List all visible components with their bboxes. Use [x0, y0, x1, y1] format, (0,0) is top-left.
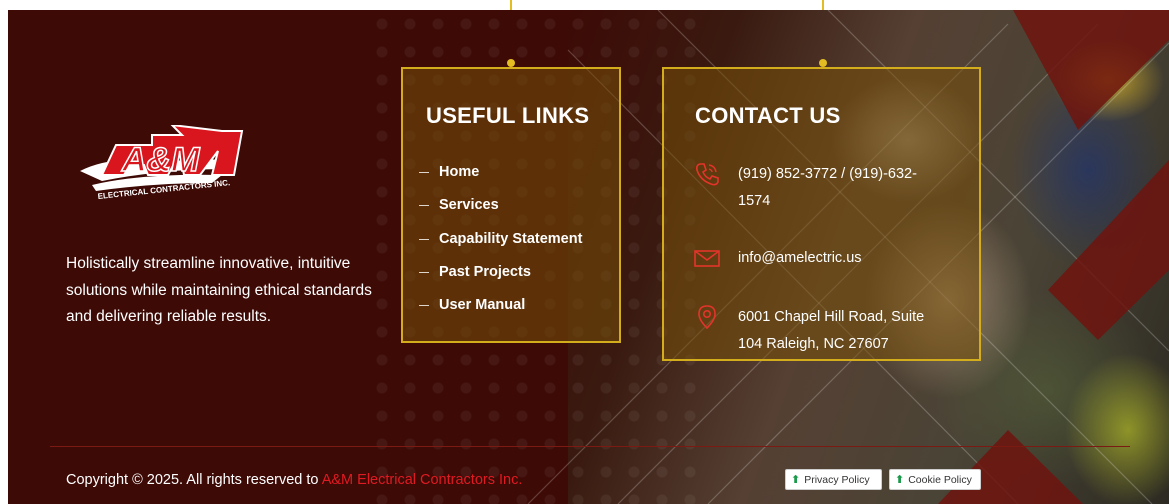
copyright-brand-link[interactable]: A&M Electrical Contractors Inc. — [322, 472, 523, 488]
useful-links-list: Home Services Capability Statement Past … — [419, 164, 582, 330]
footer-divider — [50, 446, 1130, 447]
footer-link-home[interactable]: Home — [419, 164, 582, 197]
contact-pin-dot — [819, 59, 827, 67]
contact-email: info@amelectric.us — [694, 245, 948, 272]
mail-icon — [694, 250, 720, 267]
useful-links-box: USEFUL LINKS Home Services Capability St… — [401, 67, 621, 343]
logo-mark: A&M ELECTRICAL CONTRACTORS INC. — [80, 123, 244, 201]
footer-link-services[interactable]: Services — [419, 197, 582, 230]
contact-address-text: 6001 Chapel Hill Road, Suite 104 Raleigh… — [738, 309, 925, 352]
contact-phone-text[interactable]: (919) 852-3772 / (919)-632-1574 — [738, 161, 948, 215]
copyright-text: Copyright © 2025. All rights reserved to… — [66, 472, 522, 488]
dash-icon — [419, 205, 429, 207]
footer-link-label: Services — [439, 197, 499, 214]
footer-link-capability-statement[interactable]: Capability Statement — [419, 231, 582, 264]
dash-icon — [419, 238, 429, 240]
privacy-policy-button[interactable]: ⬆ Privacy Policy — [785, 469, 882, 490]
footer-link-label: User Manual — [439, 297, 526, 314]
footer-link-user-manual[interactable]: User Manual — [419, 297, 582, 330]
footer-link-label: Past Projects — [439, 263, 531, 280]
logo-main-text: A&M — [121, 141, 200, 179]
location-pin-icon — [698, 305, 716, 330]
contact-phone: (919) 852-3772 / (919)-632-1574 — [694, 161, 948, 215]
arrow-up-icon: ⬆ — [895, 474, 905, 486]
site-footer: A&M ELECTRICAL CONTRACTORS INC. Holistic… — [8, 10, 1169, 504]
footer-link-label: Home — [439, 164, 480, 180]
dash-icon — [419, 271, 429, 273]
dash-icon — [419, 172, 429, 173]
useful-links-title: USEFUL LINKS — [426, 103, 590, 128]
phone-icon — [696, 163, 719, 186]
cookie-policy-label: Cookie Policy — [908, 473, 972, 486]
cookie-policy-button[interactable]: ⬆ Cookie Policy — [889, 469, 981, 490]
about-text: Holistically streamline innovative, intu… — [66, 255, 372, 325]
footer-link-label: Capability Statement — [439, 230, 583, 247]
contact-box: CONTACT US (919) 852-3772 / (919)-632-15… — [662, 67, 981, 361]
privacy-policy-label: Privacy Policy — [804, 473, 870, 486]
links-pin-dot — [507, 59, 515, 67]
copyright-prefix: Copyright © 2025. All rights reserved to — [66, 472, 322, 488]
dash-icon — [419, 305, 429, 307]
arrow-up-icon: ⬆ — [791, 474, 801, 486]
contact-address: 6001 Chapel Hill Road, Suite 104 Raleigh… — [694, 304, 948, 358]
contact-email-text[interactable]: info@amelectric.us — [738, 245, 948, 272]
footer-link-past-projects[interactable]: Past Projects — [419, 264, 582, 297]
contact-title: CONTACT US — [695, 103, 841, 128]
company-logo[interactable]: A&M ELECTRICAL CONTRACTORS INC. — [72, 123, 248, 217]
